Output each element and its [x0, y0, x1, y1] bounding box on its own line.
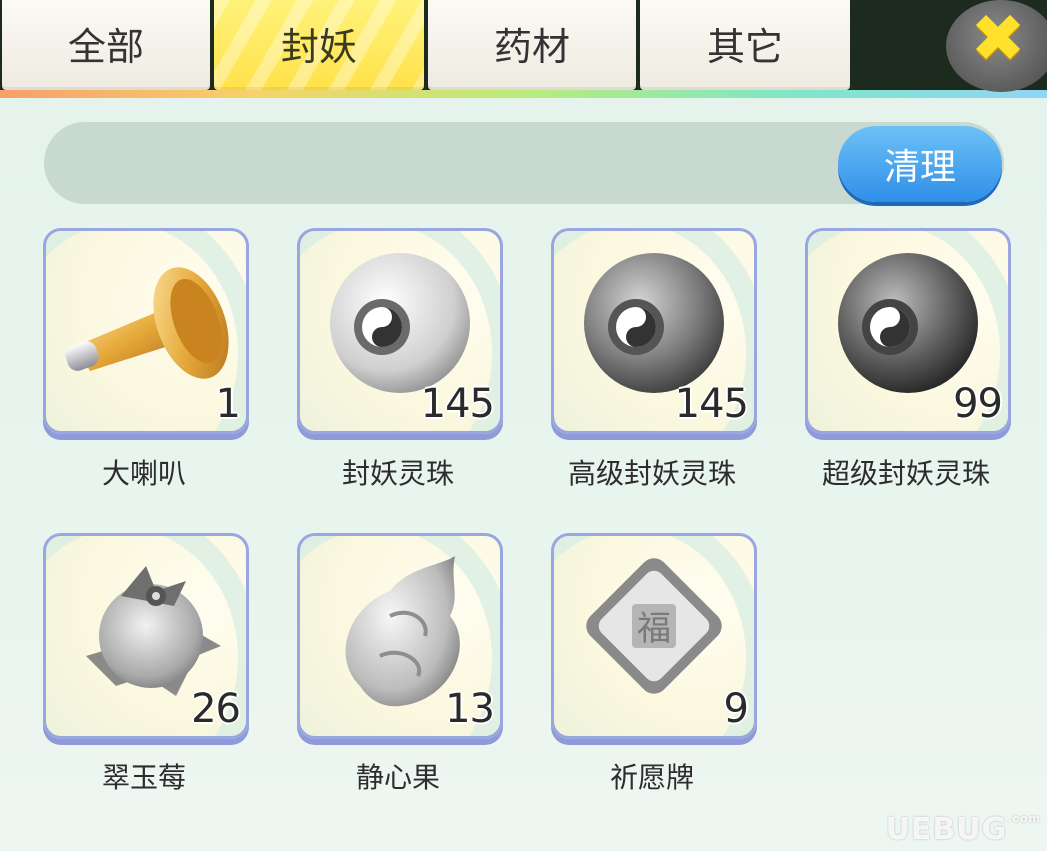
item-count: 9: [723, 686, 749, 732]
item-card: 26: [43, 533, 249, 739]
watermark-suffix: .com: [1007, 812, 1041, 825]
item-count: 145: [420, 381, 495, 427]
item-card: 1: [43, 228, 249, 434]
tab-others[interactable]: 其它: [640, 0, 850, 90]
watermark-text: UEBUG: [885, 812, 1008, 847]
close-x-icon: ✖: [970, 0, 1026, 77]
tab-underline-divider: [0, 90, 1047, 98]
item-slot-fruit[interactable]: 13: [297, 533, 503, 743]
item-count: 145: [674, 381, 749, 427]
item-card: 13: [297, 533, 503, 739]
svg-text:福: 福: [637, 609, 671, 649]
item-count: 99: [953, 381, 1003, 427]
tab-all[interactable]: 全部: [2, 0, 210, 90]
watermark-logo: UEBUG.com: [886, 812, 1041, 847]
tab-label: 其它: [706, 24, 783, 69]
item-card: 145: [297, 228, 503, 434]
close-button[interactable]: ✖: [946, 0, 1047, 92]
tab-herbs[interactable]: 药材: [428, 0, 636, 90]
item-count: 13: [445, 686, 495, 732]
tab-label: 药材: [493, 24, 570, 69]
item-name: 祈愿牌: [609, 761, 694, 794]
item-card: 99: [805, 228, 1011, 434]
tab-seal-demon[interactable]: 封妖: [214, 0, 424, 90]
tab-label: 全部: [67, 24, 144, 69]
item-count: 1: [215, 381, 241, 427]
clean-button[interactable]: 清理: [838, 126, 1002, 202]
clean-button-label: 清理: [883, 147, 956, 188]
item-slot-horn[interactable]: 1: [43, 228, 249, 438]
item-card: 福 9: [551, 533, 757, 739]
item-slot-dark-orb[interactable]: 99: [805, 228, 1011, 438]
item-slot-grey-orb[interactable]: 145: [551, 228, 757, 438]
item-name: 超级封妖灵珠: [821, 457, 990, 490]
item-slot-berry[interactable]: 26: [43, 533, 249, 743]
tab-label: 封妖: [280, 24, 357, 69]
item-card: 145: [551, 228, 757, 434]
item-count: 26: [191, 686, 241, 732]
item-slot-prayer-tablet[interactable]: 福 9: [551, 533, 757, 743]
item-slot-white-orb[interactable]: 145: [297, 228, 503, 438]
